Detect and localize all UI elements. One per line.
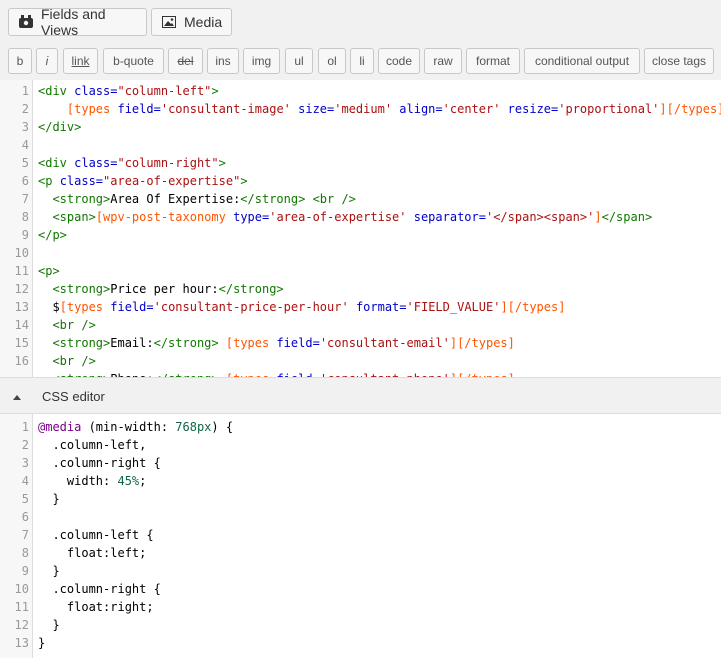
qt-del-button[interactable]: del — [168, 48, 203, 74]
code-line: <p> — [38, 264, 60, 278]
line-number: 2 — [21, 102, 29, 116]
line-number: 15 — [14, 336, 29, 350]
line-number: 5 — [21, 156, 29, 170]
line-number: 3 — [21, 120, 29, 134]
line-number: 9 — [21, 228, 29, 242]
line-number: 1 — [21, 84, 29, 98]
fields-and-views-button[interactable]: Fields and Views — [8, 6, 147, 38]
code-line: <strong>Phone:</strong> [types field='co… — [38, 370, 514, 377]
collapse-toggle-button[interactable] — [0, 378, 34, 413]
code-line: float:right; — [38, 600, 154, 614]
html-code-editor[interactable]: 1 2 3 4 5 6 7 8 9 10 11 12 13 14 15 16 <div class="colum… — [0, 80, 721, 377]
qt-ul-button[interactable]: ul — [285, 48, 313, 74]
line-number: 7 — [21, 192, 29, 206]
code-line: } — [38, 564, 60, 578]
qt-bold-button[interactable]: b — [8, 48, 32, 74]
code-line: } — [38, 618, 60, 632]
code-line: float:left; — [38, 546, 147, 560]
code-line: <strong>Area Of Expertise:</strong> <br … — [52, 192, 356, 206]
fields-and-views-label: Fields and Views — [41, 6, 106, 38]
line-number: 16 — [14, 354, 29, 368]
code-line: $[types field='consultant-price-per-hour… — [38, 300, 566, 314]
line-number: 9 — [21, 564, 29, 578]
qt-italic-button[interactable]: i — [36, 48, 58, 74]
line-number: 4 — [21, 138, 29, 152]
code-line: .column-left { — [38, 528, 154, 542]
quicktags-toolbar: b i link b-quote del ins img ul ol li co… — [0, 42, 721, 80]
css-editor-header: CSS editor — [0, 377, 721, 414]
toolset-icon — [19, 15, 33, 29]
line-number: 13 — [14, 300, 29, 314]
code-line: .column-right { — [38, 582, 161, 596]
code-line: <p class="area-of-expertise"> — [38, 174, 248, 188]
qt-close-tags-button[interactable]: close tags — [644, 48, 714, 74]
collapse-arrow-icon — [13, 387, 21, 405]
qt-bquote-button[interactable]: b-quote — [103, 48, 164, 74]
code-line: } — [38, 636, 46, 650]
line-number: 8 — [21, 210, 29, 224]
code-line: <br /> — [52, 354, 96, 368]
line-number: 2 — [21, 438, 29, 452]
qt-ins-button[interactable]: ins — [207, 48, 239, 74]
line-number: 7 — [21, 528, 29, 542]
css-editor-title: CSS editor — [42, 389, 105, 404]
qt-conditional-output-button[interactable]: conditional output — [524, 48, 640, 74]
code-line: .column-left, — [38, 438, 147, 452]
qt-code-button[interactable]: code — [378, 48, 420, 74]
qt-link-button[interactable]: link — [63, 48, 98, 74]
code-line: } — [38, 492, 60, 506]
line-number: 10 — [14, 246, 29, 260]
line-number: 6 — [21, 174, 29, 188]
code-line: </div> — [38, 120, 82, 134]
line-number: 11 — [14, 600, 29, 614]
code-line: .column-right { — [38, 456, 161, 470]
code-line: [types field='consultant-image' size='me… — [66, 102, 721, 116]
code-line: </p> — [38, 228, 67, 242]
line-number: 10 — [14, 582, 29, 596]
line-number: 4 — [21, 474, 29, 488]
qt-format-button[interactable]: format — [466, 48, 520, 74]
line-number: 6 — [21, 510, 29, 524]
top-tab-bar: Fields and Views Media — [0, 0, 721, 42]
line-number: 14 — [14, 318, 29, 332]
code-line: @media (min-width: 768px) { — [38, 420, 234, 434]
code-line: <strong>Email:</strong> [types field='co… — [52, 336, 515, 350]
qt-raw-button[interactable]: raw — [424, 48, 462, 74]
line-number: 1 — [21, 420, 29, 434]
css-code-editor[interactable]: 1 2 3 4 5 6 7 8 9 10 11 12 13 @media (min-width: 768p… — [0, 414, 721, 658]
code-line: <div class="column-right"> — [38, 156, 226, 170]
line-number: 11 — [14, 264, 29, 278]
line-number: 8 — [21, 546, 29, 560]
line-number: 3 — [21, 456, 29, 470]
code-line: <span>[wpv-post-taxonomy type='area-of-e… — [52, 210, 653, 224]
media-button[interactable]: Media — [151, 8, 232, 36]
image-icon — [162, 16, 176, 28]
media-label: Media — [184, 14, 223, 30]
line-number: 5 — [21, 492, 29, 506]
code-line: <br /> — [52, 318, 96, 332]
line-number: 12 — [14, 618, 29, 632]
line-number: 13 — [14, 636, 29, 650]
code-line: <div class="column-left"> — [38, 84, 219, 98]
qt-img-button[interactable]: img — [243, 48, 280, 74]
qt-li-button[interactable]: li — [350, 48, 374, 74]
code-line: <strong>Price per hour:</strong> — [52, 282, 284, 296]
qt-ol-button[interactable]: ol — [318, 48, 346, 74]
line-number: 12 — [14, 282, 29, 296]
code-line: width: 45%; — [38, 474, 147, 488]
